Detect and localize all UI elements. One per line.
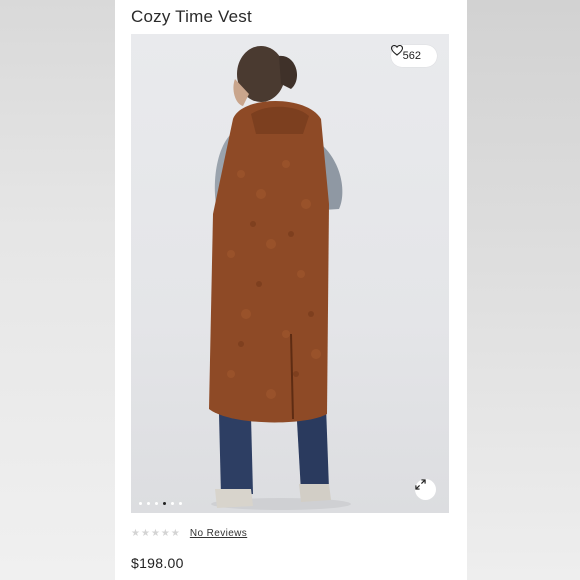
gallery-pagination [139,502,182,505]
product-title: Cozy Time Vest [131,7,252,26]
like-count: 562 [402,50,421,62]
background-left [0,0,115,580]
gallery-dot[interactable] [139,502,142,505]
like-button[interactable]: 562 [390,45,437,67]
gallery-dot[interactable] [147,502,150,505]
reviews-link[interactable]: No Reviews [190,528,247,539]
gallery-dot-active[interactable] [163,502,166,505]
product-card: Cozy Time Vest 562 ★ ★ ★ ★ ★ No Reviews … [115,0,467,580]
gallery-dot[interactable] [155,502,158,505]
star-icon: ★ [150,528,160,539]
model-illustration [209,46,351,510]
rating-row: ★ ★ ★ ★ ★ No Reviews [131,528,247,539]
star-icon: ★ [160,528,170,539]
product-price: $198.00 [131,555,184,571]
background-right [467,0,580,580]
gallery-dot[interactable] [171,502,174,505]
star-icon: ★ [131,528,140,539]
star-rating: ★ ★ ★ ★ ★ [131,528,180,539]
gallery-dot[interactable] [179,502,182,505]
product-image[interactable]: 562 [131,34,449,513]
expand-button[interactable] [415,479,436,500]
star-icon: ★ [140,528,150,539]
star-icon: ★ [170,528,180,539]
